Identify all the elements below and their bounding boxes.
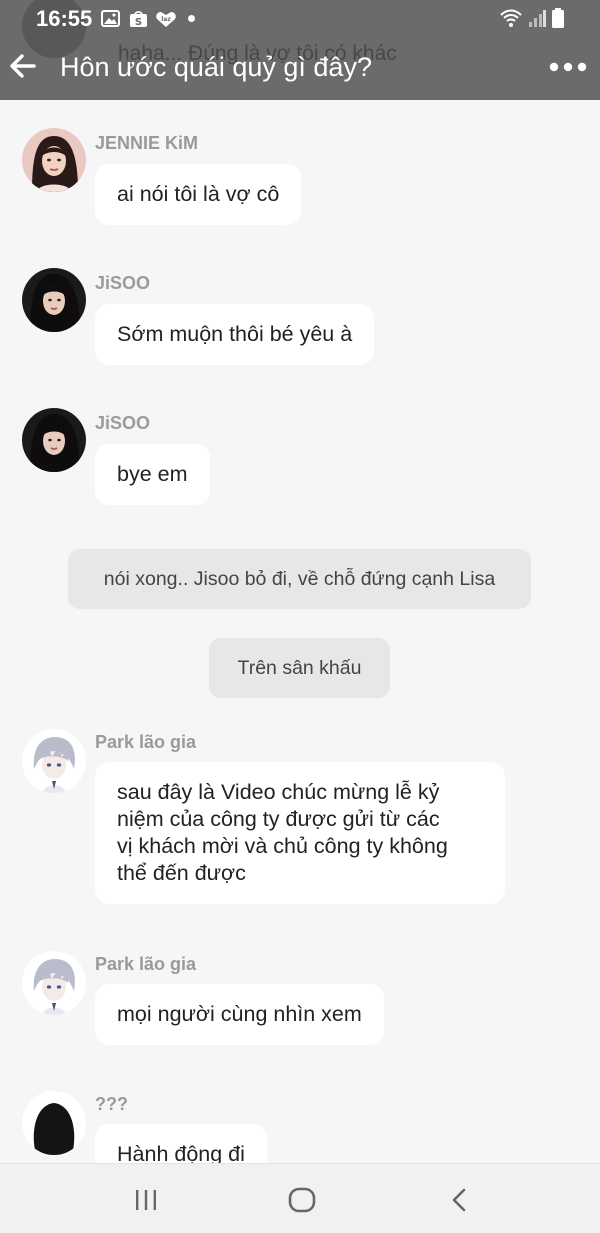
message-line: vị khách mời và chủ công ty không [117,834,448,858]
message-bubble[interactable]: Sớm muộn thôi bé yêu à [95,304,375,365]
status-bar: 16:55 S laz [0,0,600,36]
message-line: niệm của công ty được gửi từ các [117,807,440,831]
lazada-icon: laz [156,12,176,27]
sender-name: JENNIE KiM [95,133,199,153]
signal-icon [529,10,546,27]
sender-name: ??? [95,1094,128,1114]
back-nav-icon[interactable] [449,1188,469,1212]
avatar-park[interactable] [22,951,86,1015]
system-nav-bar [0,1163,600,1233]
wifi-icon [500,9,522,27]
recent-apps-icon[interactable] [133,1188,159,1212]
sender-name: Park lão gia [95,732,197,752]
dot-icon [188,15,195,22]
sender-name: JiSOO [95,273,151,293]
back-arrow-icon[interactable] [8,48,38,84]
svg-text:S: S [135,17,142,28]
avatar-jennie[interactable] [22,128,86,192]
narration-box[interactable]: Trên sân khấu [209,638,390,698]
message-line: sau đây là Video chúc mừng lễ kỷ [117,780,440,804]
message-bubble[interactable]: ai nói tôi là vợ cô [95,164,302,225]
avatar-jisoo[interactable] [22,408,86,472]
avatar-unknown[interactable] [22,1091,86,1155]
battery-icon [552,8,564,28]
avatar-park[interactable] [22,729,86,793]
message-bubble[interactable]: mọi người cùng nhìn xem [95,984,384,1045]
sender-name: Park lão gia [95,954,197,974]
home-icon[interactable] [288,1187,316,1213]
app-header: haha... Đúng là vợ tôi có khác 16:55 S l… [0,0,600,100]
avatar-jisoo[interactable] [22,268,86,332]
chat-title: Hôn ước quái quỷ gì đây? [60,52,372,82]
message-bubble[interactable]: bye em [95,444,210,505]
shopee-icon: S [130,11,147,28]
more-options-icon[interactable] [546,54,590,80]
sender-name: JiSOO [95,413,151,433]
gallery-icon [101,10,120,27]
narration-box[interactable]: nói xong.. Jisoo bỏ đi, về chỗ đứng cạnh… [68,549,531,609]
svg-text:laz: laz [161,16,171,23]
message-bubble[interactable]: sau đây là Video chúc mừng lễ kỷ niệm củ… [95,762,505,904]
message-line: thể đến được [117,861,246,885]
status-time: 16:55 [36,6,93,31]
